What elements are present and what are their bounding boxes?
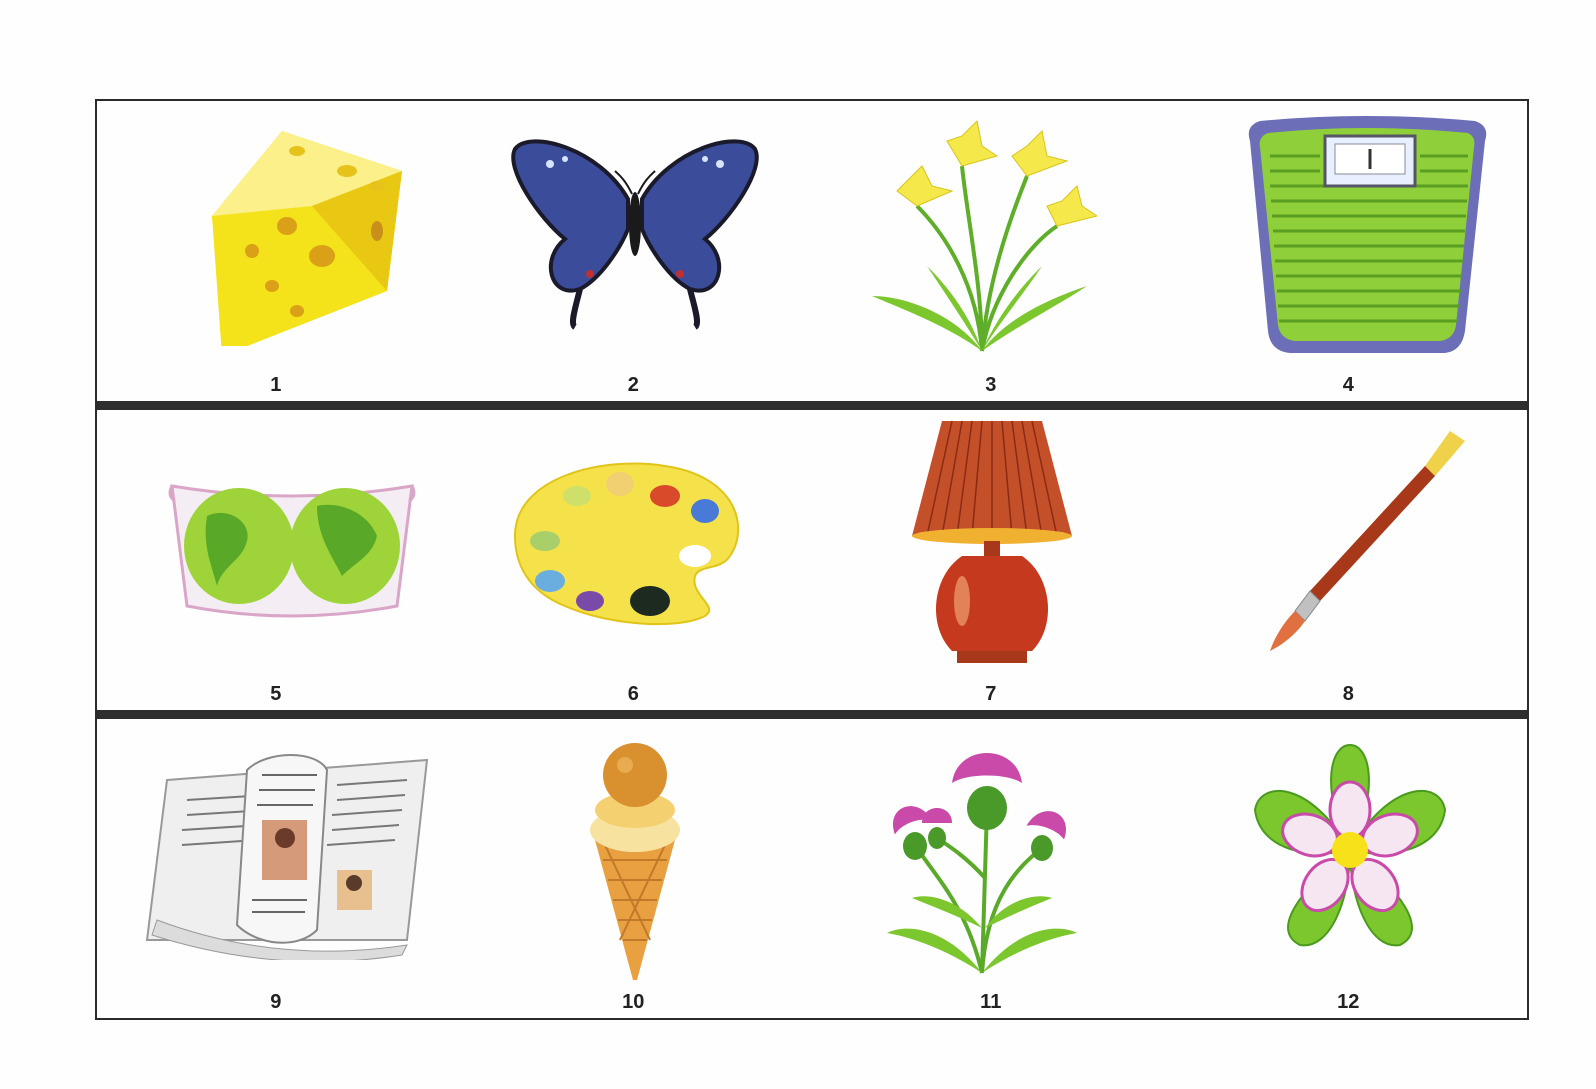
picture-number: 3 [985, 374, 997, 396]
daffodil-icon [872, 119, 1097, 352]
picture-card-6: 6 [455, 411, 813, 710]
cheese-icon [212, 131, 402, 346]
picture-card-9: 9 [97, 720, 455, 1018]
picture-card-8: 8 [1170, 411, 1528, 710]
picture-number: 5 [270, 683, 282, 705]
newspaper-icon [145, 754, 429, 960]
picture-number: 2 [627, 374, 639, 396]
world-map-icon [168, 484, 416, 618]
picture-card-2: 2 [455, 101, 813, 401]
picture-row-1: 1 2 3 4 [97, 101, 1527, 401]
paintbrush-icon [1269, 431, 1465, 651]
picture-number: 9 [270, 991, 282, 1013]
picture-number: 7 [985, 683, 997, 705]
picture-card-11: 11 [812, 720, 1170, 1018]
picture-number: 10 [622, 991, 645, 1013]
butterfly-icon [510, 139, 759, 330]
pink-flower-icon [1253, 743, 1446, 947]
picture-row-3: 9 10 11 12 [97, 720, 1527, 1018]
picture-card-3: 3 [812, 101, 1170, 401]
picture-row-2: 5 6 7 8 [97, 411, 1527, 710]
picture-number: 4 [1342, 374, 1354, 396]
picture-grid: 1 2 3 4 5 6 7 8 9 10 11 12 [95, 99, 1529, 1020]
picture-card-5: 5 [97, 411, 455, 710]
picture-number: 8 [1342, 683, 1354, 705]
picture-number: 6 [627, 683, 639, 705]
paint-palette-icon [513, 462, 739, 626]
row-divider [97, 710, 1527, 719]
thistle-icon [887, 753, 1077, 974]
picture-number: 11 [980, 991, 1002, 1013]
table-lamp-icon [912, 420, 1072, 663]
ice-cream-cone-icon [589, 743, 680, 980]
picture-card-12: 12 [1170, 720, 1528, 1018]
row-divider [97, 401, 1527, 410]
bathroom-scale-icon [1248, 116, 1486, 353]
picture-card-1: 1 [97, 101, 455, 401]
picture-number: 12 [1337, 991, 1360, 1013]
picture-number: 1 [270, 374, 282, 396]
picture-card-4: 4 [1170, 101, 1528, 401]
picture-card-7: 7 [812, 411, 1170, 710]
picture-card-10: 10 [455, 720, 813, 1018]
